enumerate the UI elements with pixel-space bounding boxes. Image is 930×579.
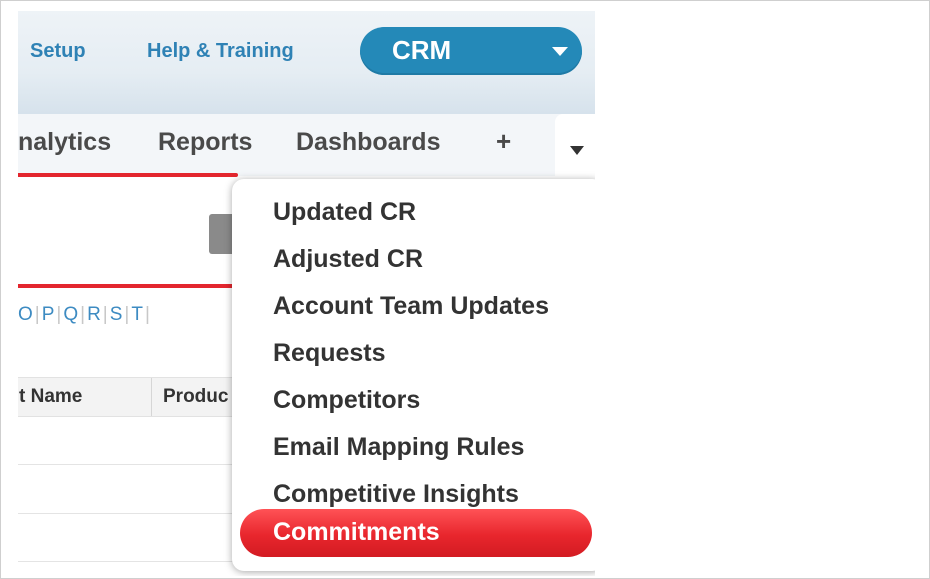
help-training-link[interactable]: Help & Training: [147, 40, 294, 63]
tab-analytics[interactable]: nalytics: [18, 128, 111, 157]
chevron-down-icon: [552, 47, 568, 56]
more-tabs-button[interactable]: [555, 114, 595, 184]
alpha-letter-o[interactable]: O: [18, 304, 33, 325]
column-header-product[interactable]: Produc: [163, 386, 228, 408]
app-switcher-label: CRM: [392, 35, 452, 65]
content-divider: [18, 284, 238, 288]
screenshot-frame: Setup Help & Training CRM nalytics Repor…: [0, 0, 930, 579]
setup-link[interactable]: Setup: [30, 40, 86, 63]
alpha-letter-s[interactable]: S: [110, 304, 123, 325]
menu-item-competitive-insights[interactable]: Competitive Insights: [273, 480, 519, 509]
menu-item-email-mapping-rules[interactable]: Email Mapping Rules: [273, 433, 524, 462]
table-row: [18, 464, 248, 465]
table-row: [18, 513, 248, 514]
menu-item-competitors[interactable]: Competitors: [273, 386, 420, 415]
active-tab-indicator: [18, 173, 238, 177]
column-header-name[interactable]: t Name: [19, 386, 82, 408]
menu-item-commitments-label: Commitments: [273, 518, 440, 546]
alpha-letter-q[interactable]: Q: [63, 304, 78, 325]
more-tabs-dropdown-menu: Updated CR Adjusted CR Account Team Upda…: [232, 179, 595, 571]
alpha-letter-r[interactable]: R: [87, 304, 101, 325]
column-divider: [151, 378, 152, 416]
menu-item-requests[interactable]: Requests: [273, 339, 386, 368]
menu-item-account-team-updates[interactable]: Account Team Updates: [273, 292, 549, 321]
alphabet-filter: O | P | Q | R | S | T |: [18, 304, 150, 325]
menu-item-updated-cr[interactable]: Updated CR: [273, 198, 416, 227]
header-bar: Setup Help & Training CRM: [18, 11, 595, 114]
tab-dashboards[interactable]: Dashboards: [296, 128, 440, 157]
menu-item-adjusted-cr[interactable]: Adjusted CR: [273, 245, 423, 274]
alpha-letter-p[interactable]: P: [42, 304, 55, 325]
app-window: Setup Help & Training CRM nalytics Repor…: [18, 11, 595, 576]
alpha-letter-t[interactable]: T: [131, 304, 143, 325]
chevron-down-icon: [570, 146, 584, 155]
menu-item-commitments[interactable]: Commitments: [240, 509, 592, 557]
tab-reports[interactable]: Reports: [158, 128, 252, 157]
add-tab-plus-icon[interactable]: +: [496, 126, 511, 157]
app-switcher-button[interactable]: CRM: [360, 27, 582, 75]
table-row: [18, 561, 248, 562]
